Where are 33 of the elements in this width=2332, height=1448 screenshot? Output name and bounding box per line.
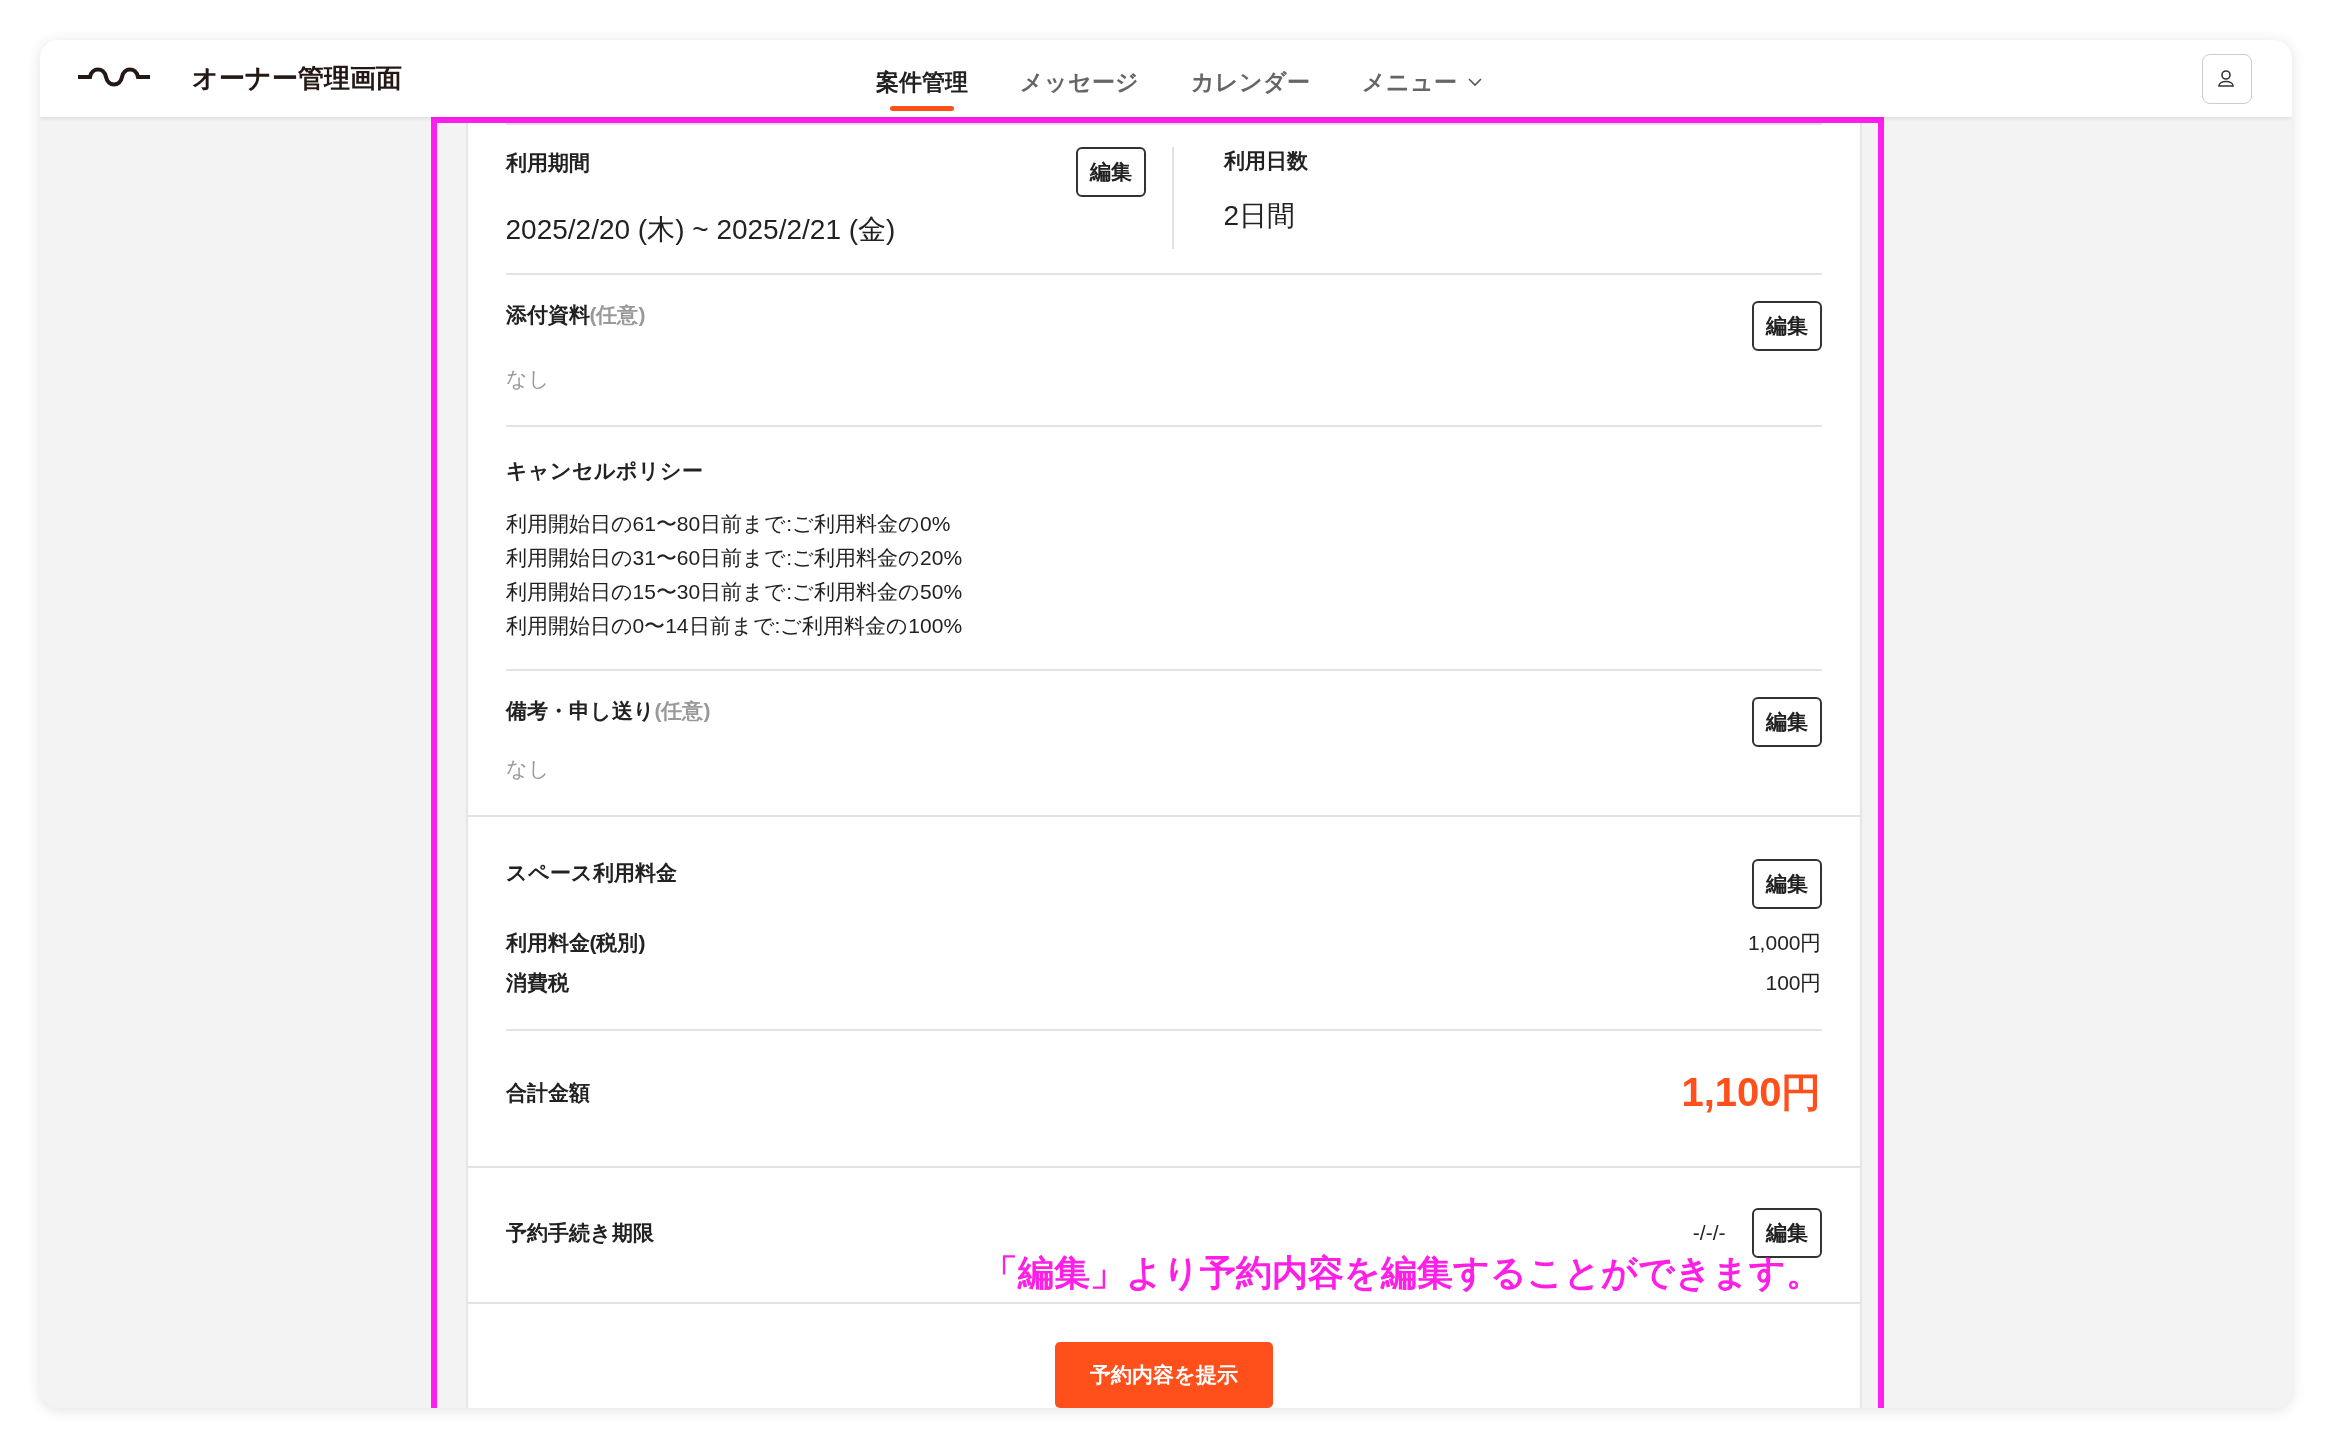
edit-button[interactable]: 編集 [1751, 697, 1822, 747]
logo-text: オーナー管理画面 [192, 62, 402, 95]
empty-value: なし [505, 756, 551, 782]
section-label: 利用期間 [505, 150, 590, 176]
edit-button[interactable]: 編集 [1075, 147, 1146, 197]
policy-line: 利用開始日の31〜60日前まで:ご利用料金の20% [505, 545, 964, 571]
nav-tab[interactable]: メニュー [1362, 56, 1483, 111]
policy-line: 利用開始日の15〜30日前まで:ご利用料金の50% [505, 579, 964, 605]
nav-tab[interactable]: 案件管理 [876, 56, 968, 111]
section-label: 利用日数 [1223, 148, 1308, 174]
policy-line: 利用開始日の61〜80日前まで:ご利用料金の0% [505, 511, 952, 537]
section-label: 予約手続き期限 [505, 1220, 654, 1246]
nav-tab[interactable]: カレンダー [1191, 56, 1310, 111]
total-amount: 1,100円 [1681, 1069, 1822, 1116]
section-label: スペース利用料金 [505, 860, 677, 886]
nav-tab[interactable]: メッセージ [1020, 56, 1139, 111]
edit-button[interactable]: 編集 [1751, 859, 1822, 909]
edit-button[interactable]: 編集 [1751, 301, 1822, 351]
edit-button[interactable]: 編集 [1751, 1208, 1822, 1258]
empty-value: なし [505, 366, 551, 392]
section-label: 備考・申し送り(任意) [505, 698, 711, 724]
deadline-value: -/-/- [1692, 1221, 1726, 1245]
days-value: 2日間 [1223, 199, 1297, 233]
section-label: キャンセルポリシー [505, 458, 704, 484]
account-button[interactable] [2202, 53, 2252, 104]
date-range: 2025/2/20 (木) ~ 2025/2/21 (金) [505, 213, 897, 247]
section-label: 添付資料(任意) [505, 302, 646, 328]
fee-label: 消費税 [505, 970, 569, 996]
policy-line: 利用開始日の0〜14日前まで:ご利用料金の100% [505, 613, 964, 639]
fee-value: 100円 [1765, 970, 1822, 996]
fee-label: 利用料金(税別) [505, 930, 646, 956]
total-label: 合計金額 [505, 1079, 590, 1106]
fee-value: 1,000円 [1747, 930, 1822, 956]
